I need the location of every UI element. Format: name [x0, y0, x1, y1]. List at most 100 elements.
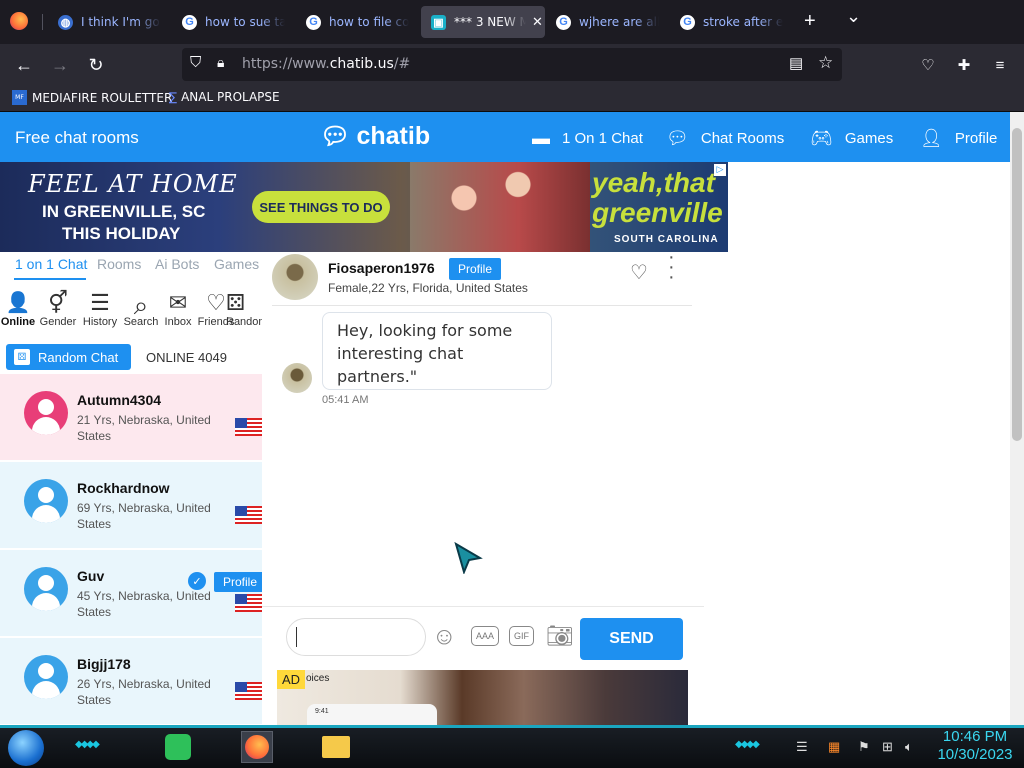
list-item[interactable]: Autumn4304 21 Yrs, Nebraska, United Stat… [0, 374, 262, 460]
scrollbar-thumb[interactable] [1012, 128, 1022, 441]
menu-lines-icon[interactable]: ☰ [796, 739, 808, 755]
tab-3-active[interactable]: ▣ *** 3 NEW MESSAGES ✕ [421, 6, 545, 38]
globe-icon: ◍ [58, 14, 73, 30]
firefox-app-icon[interactable] [241, 731, 273, 763]
tab-rooms[interactable]: Rooms [97, 256, 141, 272]
add-friend-heart-icon[interactable]: ♡ [630, 260, 648, 285]
nav-chat-rooms[interactable]: 💬︎ Chat Rooms [666, 128, 784, 149]
chat-icon: ▣ [431, 14, 446, 30]
taskbar-glow [0, 725, 1024, 728]
ad-line2: IN GREENVILLE, SC [42, 202, 206, 221]
list-tabs-button[interactable]: ⌄ [846, 6, 861, 27]
chat-partner-details: Female,22 Yrs, Florida, United States [328, 281, 528, 295]
ad-cta-button[interactable]: SEE THINGS TO DO [252, 191, 390, 223]
tab-1on1-chat[interactable]: 1 on 1 Chat [15, 256, 87, 272]
random-chat-button[interactable]: ⚄ Random Chat [6, 344, 131, 370]
ad-headline: FEEL AT HOME [28, 170, 238, 198]
bookmarks-bar: MF MEDIAFIRE ROULETTER ∑ ANAL PROLAPSE [0, 86, 1024, 112]
decor-chevrons: ◆◆◆◆ [75, 739, 100, 750]
message-input[interactable] [286, 618, 426, 656]
avatar [24, 655, 68, 699]
reader-view-icon[interactable]: ▤ [789, 54, 803, 72]
start-button[interactable] [8, 730, 44, 766]
message-time: 05:41 AM [322, 394, 369, 406]
avatar [24, 479, 68, 523]
user-name: Guv [77, 568, 105, 584]
ad-badge: AD [277, 670, 306, 689]
emoji-icon[interactable]: ☺ [432, 623, 457, 651]
online-count: ONLINE 4049 [146, 350, 227, 365]
send-button[interactable]: SEND [580, 618, 683, 660]
url-bar[interactable]: ⛉ 🔒︎ https://www.chatib.us/# ▤ ☆ [182, 48, 842, 81]
tab-1[interactable]: G how to sue taco bell [172, 6, 292, 38]
chat-partner-avatar[interactable] [272, 254, 318, 300]
list-item[interactable]: Guv ✓ Profile 45 Yrs, Nebraska, United S… [0, 550, 262, 636]
shield-icon[interactable]: ⛉ [190, 54, 201, 71]
taskbar-clock[interactable]: 10:46 PM 10/30/2023 [930, 728, 1020, 764]
clock-time: 10:46 PM [942, 728, 1008, 745]
flag-icon[interactable]: ⚑ [858, 739, 870, 755]
tab-ai-bots[interactable]: Ai Bots [155, 256, 199, 272]
text-caret [296, 627, 297, 647]
ad-phone-image: 9:41 [307, 704, 437, 725]
file-explorer-icon[interactable] [320, 731, 352, 763]
gamepad-icon: 🎮︎ [810, 128, 833, 148]
bookmark-icon: ∑ [169, 90, 178, 104]
url-text[interactable]: https://www.chatib.us/# [242, 56, 410, 72]
list-item[interactable]: Bigjj178 26 Yrs, Nebraska, United States [0, 638, 262, 724]
tab-2[interactable]: G how to file complaint [296, 6, 416, 38]
user-details: 21 Yrs, Nebraska, United States [77, 413, 211, 443]
mediafire-icon: MF [12, 90, 27, 105]
reload-button[interactable]: ↻ [83, 52, 109, 78]
close-tab-icon[interactable]: ✕ [532, 15, 543, 30]
bookmark-mediafire[interactable]: MF MEDIAFIRE ROULETTER [12, 90, 172, 105]
chat-profile-button[interactable]: Profile [449, 258, 501, 280]
active-tab-underline [14, 278, 86, 280]
back-button[interactable]: ← [11, 52, 37, 78]
pocket-icon[interactable]: ♡ [915, 52, 941, 78]
new-tab-button[interactable]: + [804, 10, 816, 33]
free-chat-rooms-link[interactable]: Free chat rooms [15, 128, 139, 148]
firefox-view-icon[interactable] [10, 12, 28, 30]
ad-brand-sub: SOUTH CAROLINA [614, 234, 719, 245]
volume-icon[interactable]: 🔈︎ [905, 739, 913, 755]
nav-profile[interactable]: 👤︎ Profile [920, 128, 997, 149]
tray-app-icon[interactable]: ▦ [828, 739, 840, 755]
filter-random[interactable]: ⚄Random [226, 290, 262, 328]
gif-button[interactable]: GIF [509, 626, 534, 646]
dice-icon: ⚄ [226, 290, 246, 315]
chat-rooms-icon: 💬︎ [666, 128, 689, 148]
ad-text: oices [306, 673, 330, 684]
more-options-icon[interactable]: · · · [668, 247, 675, 287]
network-icon[interactable]: ⊞ [882, 739, 893, 755]
us-flag-icon [235, 506, 262, 524]
notes-app-icon[interactable] [162, 731, 194, 763]
bookmark-star-icon[interactable]: ☆ [818, 53, 833, 73]
menu-icon[interactable]: ≡ [987, 52, 1013, 78]
user-details: 69 Yrs, Nebraska, United States [77, 501, 211, 531]
tab-0[interactable]: ◍ I think I'm going [48, 6, 168, 38]
lock-icon[interactable]: 🔒︎ [217, 54, 224, 71]
text-format-button[interactable]: AAA [471, 626, 500, 646]
user-name: Rockhardnow [77, 480, 170, 496]
tab-5[interactable]: G stroke after eating [670, 6, 790, 38]
list-item[interactable]: Rockhardnow 69 Yrs, Nebraska, United Sta… [0, 462, 262, 548]
ad-info-icon[interactable]: ▷ [714, 164, 726, 176]
extensions-icon[interactable]: ✚ [951, 52, 977, 78]
nav-games[interactable]: 🎮︎ Games [810, 128, 893, 149]
tab-games[interactable]: Games [214, 256, 259, 272]
decor-chevrons: ◆◆◆◆ [735, 739, 760, 750]
user-name: Bigjj178 [77, 656, 131, 672]
site-logo[interactable]: 💬︎ chatib [320, 122, 430, 151]
us-flag-icon [235, 682, 262, 700]
nav-1on1-chat[interactable]: ▬ 1 On 1 Chat [532, 128, 643, 149]
google-icon: G [680, 14, 695, 30]
banner-ad[interactable]: FEEL AT HOME IN GREENVILLE, SC THIS HOLI… [0, 162, 728, 252]
logo-chat-icon: 💬︎ [320, 123, 351, 150]
tab-4[interactable]: G wjhere are all the [546, 6, 666, 38]
camera-icon[interactable]: 📷︎ [546, 623, 574, 649]
us-flag-icon [235, 418, 262, 436]
bookmark-2[interactable]: ∑ ANAL PROLAPSE [169, 90, 280, 104]
user-list-panel: 1 on 1 Chat Rooms Ai Bots Games 👤 Online … [0, 252, 262, 725]
forward-button[interactable]: → [47, 52, 73, 78]
